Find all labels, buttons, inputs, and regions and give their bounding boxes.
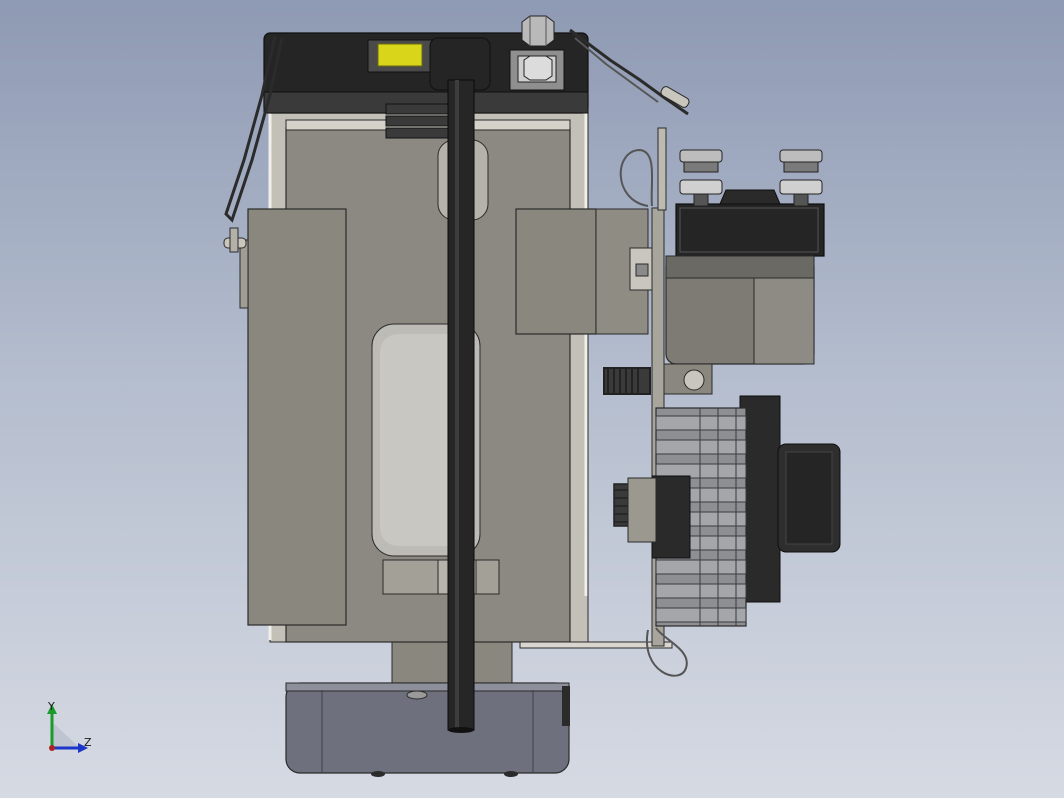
spring-bolt [683, 369, 705, 391]
solenoid-top-box [675, 203, 825, 257]
hex-nut-icon [523, 55, 553, 81]
cad-model-drawing: Y Z [47, 15, 841, 777]
triad-origin [49, 745, 55, 751]
lower-motor-assembly [613, 395, 841, 627]
solenoid-cap [719, 189, 781, 205]
shaft-rod-end [448, 727, 474, 733]
motor-mount-bracket [627, 477, 657, 543]
motor-end-cap-inner [785, 451, 833, 545]
base-tray-rim [285, 682, 570, 692]
motor-terminal-box [651, 475, 691, 559]
base-tray [285, 639, 570, 777]
wire-clip-icon [223, 227, 247, 253]
base-screw [406, 690, 428, 700]
orientation-triad: Y Z [47, 700, 92, 753]
hex-nut-icon [521, 15, 555, 47]
triad-plane [52, 722, 80, 748]
solenoid-body-shade [753, 277, 815, 365]
cad-viewport[interactable]: Y Z [0, 0, 1064, 798]
spring-clip-top [619, 148, 654, 207]
spring-icon [603, 367, 651, 395]
yellow-indicator-window [377, 43, 423, 67]
mounting-clip [635, 263, 649, 277]
base-foot [371, 771, 385, 777]
solenoid-body-band [665, 255, 815, 279]
shaft-rod-highlight [455, 80, 459, 730]
base-foot [504, 771, 518, 777]
shaft-rod [447, 79, 475, 731]
left-plate-edge [239, 239, 249, 309]
mounting-plate-flange [657, 127, 667, 211]
left-side-plate [247, 208, 347, 626]
triad-z-label: Z [84, 736, 92, 749]
hex-nut-icon [679, 149, 723, 207]
hex-nut-icon [779, 149, 823, 207]
triad-y-label: Y [47, 700, 55, 713]
top-cap [263, 15, 589, 114]
base-tray-body [285, 682, 570, 774]
base-tray-tab [562, 686, 570, 726]
housing-bottom-lip [519, 641, 673, 649]
right-bracket-block [515, 208, 597, 335]
